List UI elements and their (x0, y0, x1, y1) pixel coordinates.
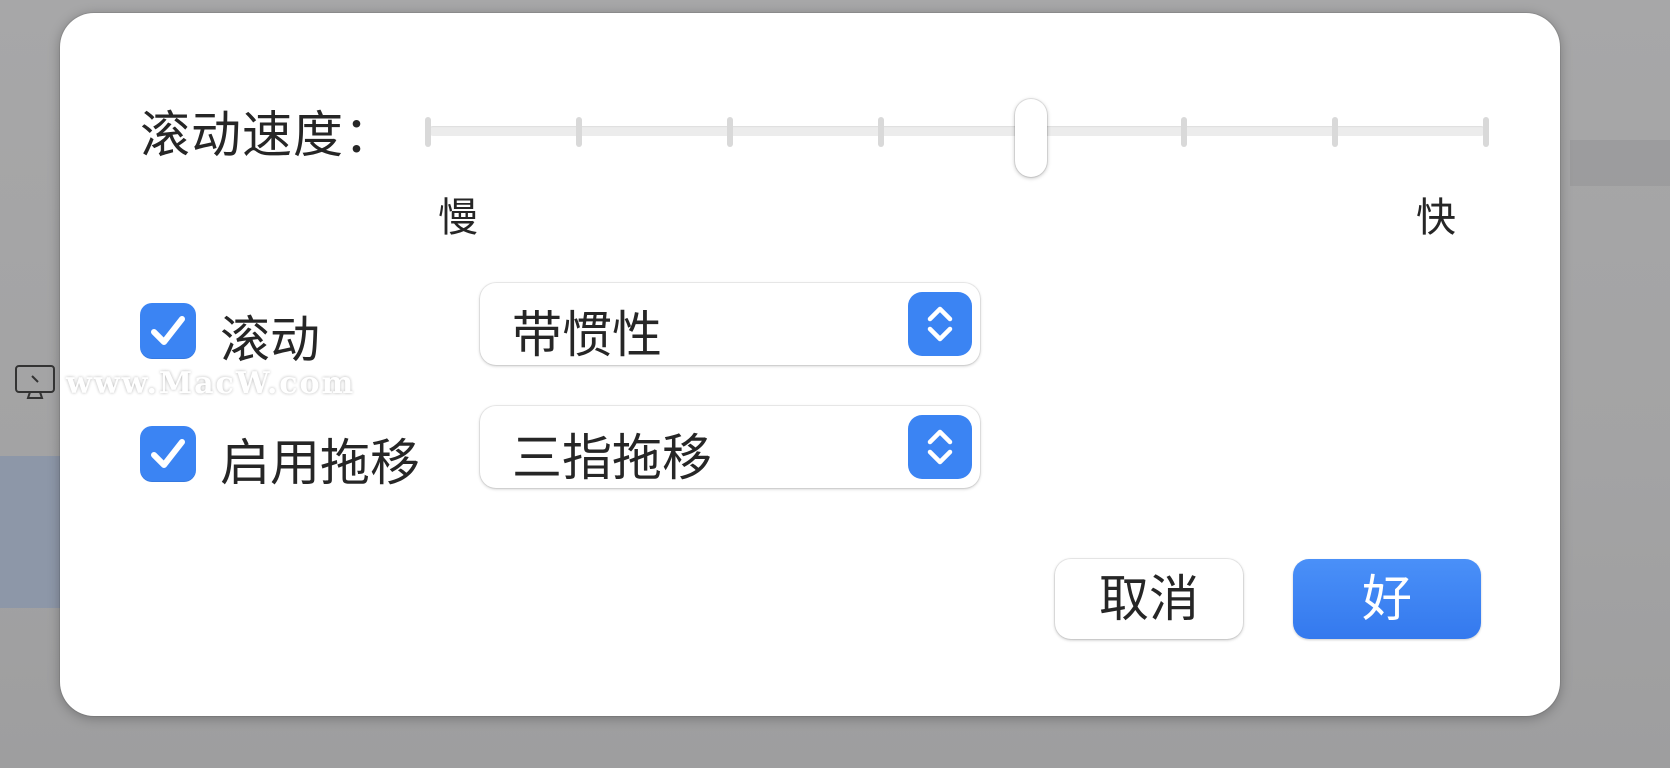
scroll-option-label: 滚动 (220, 311, 320, 369)
slider-tick (727, 117, 734, 147)
scroll-option-row: 滚动 带惯性 (140, 283, 1040, 369)
scroll-checkbox[interactable] (140, 303, 196, 359)
slider-tick (1180, 117, 1187, 147)
background-bar (1570, 140, 1670, 186)
slider-tick (425, 117, 431, 147)
slider-min-label: 慢 (438, 195, 478, 241)
stepper-chevrons-icon (908, 292, 972, 356)
slider-tick (576, 117, 583, 147)
watermark-text: www.MacW.com (66, 366, 356, 401)
drag-option-label: 启用拖移 (220, 434, 420, 492)
drag-mode-value: 三指拖移 (512, 429, 712, 487)
watermark: www.MacW.com (14, 364, 374, 404)
cancel-button[interactable]: 取消 (1055, 559, 1243, 639)
slider-tick (1483, 117, 1489, 147)
drag-checkbox[interactable] (140, 426, 196, 482)
checkmark-icon (151, 439, 185, 468)
stepper-chevrons-icon (908, 415, 972, 479)
drag-mode-select[interactable]: 三指拖移 (480, 406, 980, 488)
drag-option-row: 启用拖移 三指拖移 (140, 406, 1040, 492)
monitor-logo-icon (15, 365, 55, 399)
slider-track (428, 126, 1486, 136)
slider-tick (878, 117, 885, 147)
slider-tick (1331, 117, 1338, 147)
scroll-mode-select[interactable]: 带惯性 (480, 283, 980, 365)
slider-thumb[interactable] (1015, 99, 1048, 177)
scroll-speed-label: 滚动速度： (140, 106, 395, 164)
slider-max-label: 快 (1416, 195, 1456, 241)
scroll-mode-value: 带惯性 (512, 306, 662, 364)
checkmark-icon (151, 316, 185, 345)
scroll-speed-slider[interactable] (425, 99, 1489, 177)
ok-button[interactable]: 好 (1293, 559, 1481, 639)
